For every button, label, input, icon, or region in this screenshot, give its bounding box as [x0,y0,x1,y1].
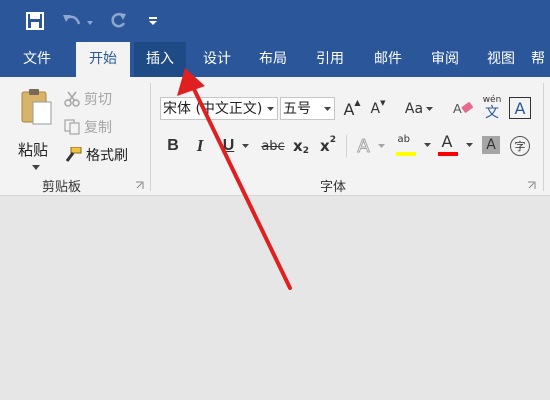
paste-icon [21,89,52,125]
font-name-value: 宋体 (中文正文) [163,101,263,117]
bold-button[interactable]: B [163,134,183,158]
italic-icon: I [196,136,204,155]
character-shading-button[interactable]: A [482,136,500,154]
cut-button[interactable]: 剪切 [64,89,112,109]
undo-button[interactable] [60,10,96,32]
subscript-index: 2 [302,146,309,156]
change-case-button[interactable]: Aa [402,97,436,121]
chevron-down-icon [32,165,40,170]
enclose-characters-button[interactable]: 字 [510,134,530,158]
copy-button[interactable]: 复制 [64,117,112,137]
phonetic-guide-bottom: 文 [485,105,499,121]
svg-text:A: A [453,101,462,116]
ribbon-home: 粘贴 剪切 复制 格式刷 剪贴板 宋体 (中文正文) 五号 A ▲ A ▼ Aa… [0,77,550,196]
chevron-down-icon [423,143,431,147]
chevron-down-icon [465,143,473,147]
ribbon-tabs: 文件 开始 插入 设计 布局 引用 邮件 审阅 视图 帮 [0,42,550,77]
undo-icon [63,15,93,25]
scissors-icon [64,91,80,107]
tab-home[interactable]: 开始 [76,42,130,77]
redo-button[interactable] [106,10,130,32]
tab-layout[interactable]: 布局 [246,42,300,77]
tab-help[interactable]: 帮 [531,42,550,77]
italic-button[interactable]: I [190,134,210,158]
group-separator [543,83,544,191]
tab-mailings[interactable]: 邮件 [360,42,416,77]
shrink-font-icon: A [370,101,381,117]
character-border-button[interactable]: A [509,97,531,119]
copy-label: 复制 [84,120,112,136]
paste-button[interactable]: 粘贴 [14,87,58,170]
eraser-icon: A [453,101,473,116]
redo-icon [111,12,126,28]
tab-file[interactable]: 文件 [10,42,64,77]
customize-dropdown-icon [149,17,157,25]
group-separator [150,83,151,191]
change-case-label: Aa [404,101,424,117]
grow-font-icon: A [343,99,355,119]
underline-icon: U [222,137,235,154]
superscript-button[interactable]: x2 [318,134,338,158]
strikethrough-button[interactable]: abc [260,134,286,158]
format-painter-button[interactable]: 格式刷 [64,145,128,165]
superscript-icon: x [320,137,330,155]
chevron-down-icon [377,144,385,148]
save-button[interactable] [22,10,48,32]
document-workspace [0,196,550,400]
character-border-icon: A [514,98,526,118]
font-dialog-launcher-icon[interactable] [527,181,536,190]
highlight-button[interactable]: ab [395,131,431,159]
format-painter-icon [65,147,82,162]
chevron-down-icon [426,107,434,111]
copy-icon [64,119,80,135]
bold-icon: B [167,137,179,154]
tab-review[interactable]: 审阅 [418,42,472,77]
font-color-bar [437,152,458,156]
character-shading-icon: A [486,137,496,153]
tab-insert[interactable]: 插入 [134,42,186,77]
text-effects-button[interactable]: A [352,134,390,158]
superscript-index: 2 [329,135,336,145]
strikethrough-icon: abc [261,138,285,154]
paste-label: 粘贴 [18,141,49,159]
title-bar [0,0,550,42]
customize-quick-access-button[interactable] [145,10,161,32]
font-color-button[interactable]: A [437,131,473,159]
text-effects-icon: A [357,135,370,157]
grow-font-button[interactable]: A ▲ [342,97,362,121]
font-name-dropdown[interactable] [263,98,277,119]
chevron-down-icon [242,144,250,148]
enclose-characters-icon: 字 [514,140,526,153]
phonetic-guide-button[interactable]: wén 文 [481,93,503,123]
phonetic-guide-top: wén [482,95,502,105]
highlight-color-bar [395,152,416,156]
font-group-label: 字体 [320,180,347,195]
shrink-font-button[interactable]: A ▼ [368,97,388,121]
font-size-dropdown[interactable] [320,98,334,119]
tab-references[interactable]: 引用 [303,42,357,77]
font-color-icon: A [441,132,453,151]
subscript-button[interactable]: x2 [291,134,311,158]
clear-formatting-button[interactable]: A [453,97,475,121]
format-painter-label: 格式刷 [86,148,128,164]
tab-design[interactable]: 设计 [190,42,244,77]
clipboard-group-label: 剪贴板 [42,180,82,195]
clipboard-dialog-launcher-icon[interactable] [135,181,144,190]
font-row-separator [346,135,347,157]
highlight-icon: ab [397,134,410,145]
save-icon [26,12,44,30]
cut-label: 剪切 [84,92,112,108]
chevron-down-icon [323,106,331,111]
subscript-icon: x [293,137,303,155]
font-size-value: 五号 [283,101,311,117]
underline-button[interactable]: U [218,134,254,158]
tab-view[interactable]: 视图 [474,42,528,77]
font-size-combobox[interactable]: 五号 [280,97,335,120]
chevron-down-icon [266,106,274,111]
font-name-combobox[interactable]: 宋体 (中文正文) [160,97,278,120]
